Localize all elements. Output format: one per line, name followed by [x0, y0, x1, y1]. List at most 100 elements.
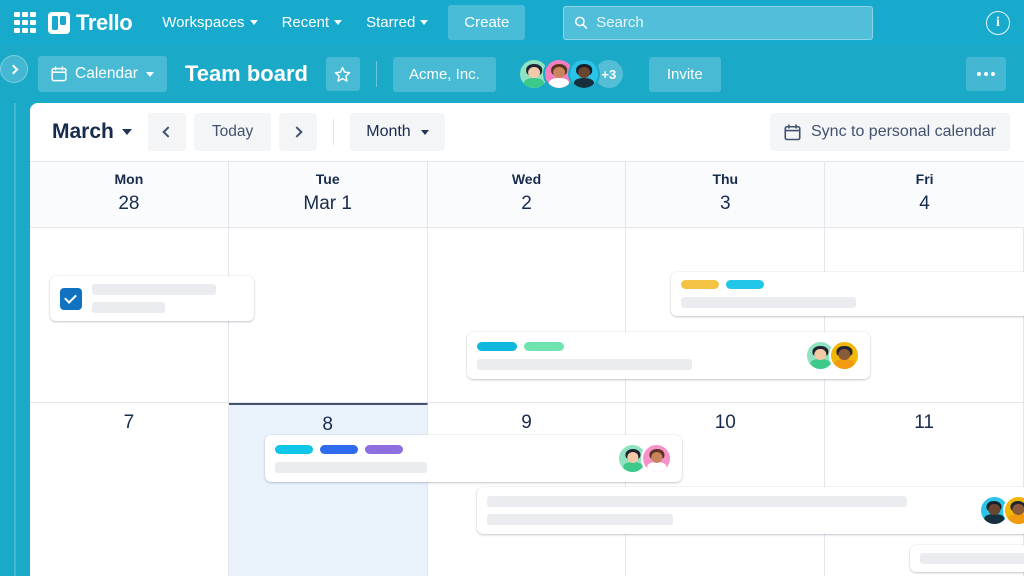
avatar[interactable]	[641, 443, 673, 474]
chevron-down-icon	[249, 20, 258, 25]
previous-period-button[interactable]	[147, 113, 186, 151]
card-text-placeholder	[487, 514, 673, 525]
apps-grid-icon[interactable]	[14, 11, 36, 34]
calendar-day-cell[interactable]	[228, 403, 428, 576]
avatar-face	[1005, 497, 1024, 524]
card-text-placeholder	[919, 553, 1024, 564]
chevron-down-icon	[420, 129, 429, 135]
today-button[interactable]: Today	[193, 113, 272, 151]
day-header-number: 2	[521, 193, 532, 214]
day-header-name: Wed	[511, 171, 542, 187]
sidebar-divider-line	[14, 103, 16, 576]
day-header-number: Mar 1	[303, 193, 352, 214]
card-label[interactable]	[274, 444, 313, 454]
search-input[interactable]	[596, 14, 863, 31]
day-header-name: Tue	[315, 171, 340, 187]
day-header: Mon 28	[30, 162, 229, 227]
board-header-bar: Calendar Team board Acme, Inc. +3 Invite	[0, 45, 1024, 103]
board-members: +3	[517, 58, 625, 90]
card-label[interactable]	[477, 341, 518, 351]
chevron-down-icon	[420, 20, 429, 25]
calendar-card[interactable]	[477, 487, 1024, 534]
day-header-number: 3	[720, 193, 731, 214]
card-label[interactable]	[681, 280, 720, 289]
avatar[interactable]	[828, 340, 860, 371]
card-label[interactable]	[524, 341, 565, 351]
calendar-card[interactable]	[909, 545, 1024, 572]
sync-personal-calendar-button[interactable]: Sync to personal calendar	[770, 113, 1010, 151]
avatar-face	[570, 60, 598, 88]
divider	[375, 61, 377, 87]
card-labels	[477, 341, 802, 351]
calendar-day-cell[interactable]	[30, 403, 229, 576]
avatar[interactable]	[567, 58, 600, 90]
card-body	[91, 284, 244, 313]
star-icon	[335, 66, 351, 82]
board-menu-button[interactable]	[966, 57, 1006, 91]
card-labels	[274, 444, 614, 454]
info-icon[interactable]: i	[986, 10, 1010, 35]
search-icon	[575, 16, 588, 29]
day-header: Thu 3	[626, 162, 826, 227]
nav-item-workspaces-label: Workspaces	[162, 14, 245, 31]
avatar-face	[643, 445, 670, 472]
day-header-name: Fri	[915, 171, 934, 187]
chevron-down-icon	[145, 71, 154, 77]
calendar-icon	[784, 123, 801, 140]
trello-logo-text: Trello	[76, 9, 133, 35]
card-labels	[681, 280, 1024, 289]
month-label: March	[52, 120, 114, 143]
search-box[interactable]	[563, 5, 874, 40]
card-text-placeholder	[274, 461, 428, 473]
card-text-placeholder	[487, 496, 908, 507]
card-members	[617, 443, 673, 474]
calendar-day-cell[interactable]	[229, 228, 428, 402]
invite-button[interactable]: Invite	[648, 56, 721, 92]
calendar-toolbar: March Today Month Sync to personal calen…	[30, 103, 1024, 161]
create-button[interactable]: Create	[448, 5, 526, 40]
day-header-name: Thu	[712, 171, 739, 187]
board-title[interactable]: Team board	[185, 61, 308, 87]
calendar-card[interactable]	[49, 276, 254, 321]
card-text-placeholder	[91, 302, 165, 313]
view-mode-label: Month	[366, 123, 411, 140]
workspace-button[interactable]: Acme, Inc.	[392, 56, 496, 92]
trello-logo[interactable]: Trello	[48, 9, 133, 36]
calendar-day-headers: Mon 28 Tue Mar 1 Wed 2 Thu 3 Fri 4	[30, 161, 1024, 228]
view-switcher-label: Calendar	[75, 65, 138, 82]
checkbox-checked-icon[interactable]	[59, 287, 82, 310]
card-label[interactable]	[364, 444, 403, 454]
nav-item-recent[interactable]: Recent	[272, 7, 353, 38]
day-header: Wed 2	[428, 162, 627, 227]
next-period-button[interactable]	[279, 113, 318, 151]
avatar[interactable]	[1002, 495, 1024, 526]
card-members	[978, 495, 1024, 526]
month-selector[interactable]: March	[44, 114, 140, 150]
day-header: Tue Mar 1	[229, 162, 428, 227]
nav-item-starred-label: Starred	[366, 14, 416, 31]
day-header-number: 28	[118, 193, 140, 214]
nav-item-workspaces[interactable]: Workspaces	[152, 7, 267, 38]
card-body	[274, 444, 614, 473]
calendar-panel: March Today Month Sync to personal calen…	[30, 103, 1024, 576]
star-board-button[interactable]	[325, 57, 360, 91]
view-switcher-calendar[interactable]: Calendar	[38, 56, 167, 92]
calendar-icon	[51, 66, 67, 82]
calendar-card[interactable]	[467, 332, 870, 379]
day-header-name: Mon	[114, 171, 144, 187]
chevron-down-icon	[121, 129, 132, 135]
nav-item-starred[interactable]: Starred	[356, 7, 438, 38]
divider	[333, 119, 335, 145]
nav-item-recent-label: Recent	[281, 14, 330, 31]
calendar-week-row: 7 8 9 10 11	[30, 403, 1024, 576]
sidebar-expand-button[interactable]	[0, 55, 28, 83]
sync-label: Sync to personal calendar	[811, 123, 996, 140]
view-mode-selector[interactable]: Month	[350, 113, 445, 151]
card-text-placeholder	[477, 358, 692, 370]
card-label[interactable]	[319, 444, 358, 454]
trello-logo-icon	[48, 11, 70, 34]
card-label[interactable]	[726, 280, 765, 289]
calendar-card[interactable]	[671, 272, 1024, 316]
card-body	[919, 553, 1024, 564]
calendar-card[interactable]	[264, 435, 683, 482]
